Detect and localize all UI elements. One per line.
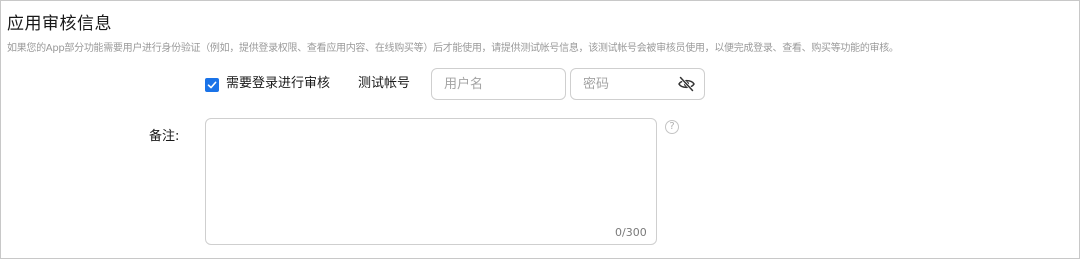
login-required-checkbox[interactable] xyxy=(205,78,219,92)
username-input[interactable] xyxy=(431,68,566,100)
character-counter: 0/300 xyxy=(615,226,647,239)
section-description: 如果您的App部分功能需要用户进行身份验证（例如，提供登录权限、查看应用内容、在… xyxy=(7,43,899,54)
login-required-label[interactable]: 需要登录进行审核 xyxy=(226,75,330,93)
question-circle-icon[interactable]: ? xyxy=(665,120,679,134)
section-title: 应用审核信息 xyxy=(7,14,112,34)
eye-off-icon[interactable] xyxy=(677,75,696,93)
test-account-label: 测试帐号 xyxy=(358,76,411,91)
app-review-info-section: 应用审核信息 如果您的App部分功能需要用户进行身份验证（例如，提供登录权限、查… xyxy=(0,0,1080,259)
remarks-label: 备注: xyxy=(149,129,180,144)
remarks-textarea[interactable] xyxy=(205,118,657,245)
checkmark-icon xyxy=(207,81,217,89)
